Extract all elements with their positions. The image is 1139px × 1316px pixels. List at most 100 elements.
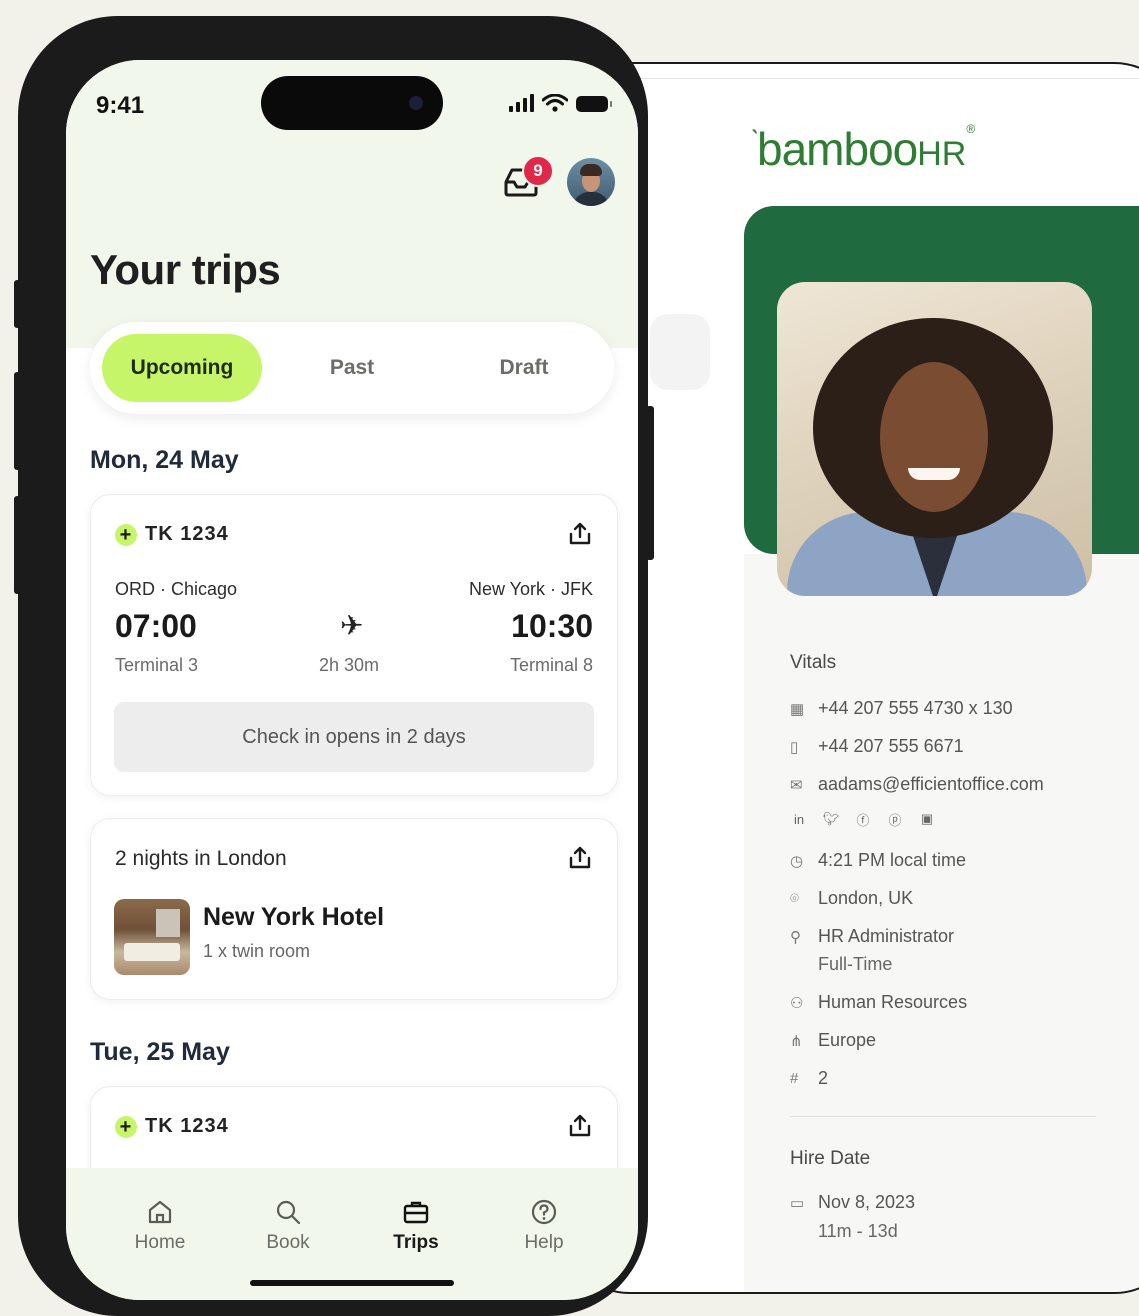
mobile-phone-row[interactable]: ▯ +44 207 555 6671 xyxy=(790,736,964,757)
hotel-card[interactable]: 2 nights in London New York Hotel 1 x tw… xyxy=(90,818,618,1000)
avatar[interactable] xyxy=(567,158,615,206)
nav-trips[interactable]: Trips xyxy=(356,1198,476,1254)
twitter-icon[interactable]: 🐦︎ xyxy=(822,810,840,828)
flight-number: TK 1234 xyxy=(145,523,229,545)
wifi-icon xyxy=(542,94,568,112)
tab-upcoming[interactable]: Upcoming xyxy=(102,334,262,402)
trips-screen: 9:41 9 Your trips Upcoming Past Draft Mo… xyxy=(66,60,638,1300)
divider xyxy=(790,1116,1096,1117)
org-chart-icon: ⋔ xyxy=(790,1032,803,1050)
phone-frame: 9:41 9 Your trips Upcoming Past Draft Mo… xyxy=(18,16,648,1316)
hash-icon: # xyxy=(790,1070,799,1087)
nav-home[interactable]: Home xyxy=(100,1198,220,1254)
pinterest-icon[interactable]: ⓟ xyxy=(886,810,904,828)
share-icon[interactable] xyxy=(567,521,593,547)
building-icon: ▦ xyxy=(790,700,805,718)
hotel-name: New York Hotel xyxy=(203,903,385,931)
hire-date-row: ▭ Nov 8, 2023 xyxy=(790,1192,915,1213)
camera-icon xyxy=(409,96,423,110)
vitals-heading: Vitals xyxy=(790,652,837,673)
wrench-icon: ⚲ xyxy=(790,928,801,946)
home-icon xyxy=(148,1200,172,1224)
page-title: Your trips xyxy=(90,246,281,293)
home-indicator[interactable] xyxy=(250,1280,454,1286)
region: Europe xyxy=(818,1030,877,1050)
email-row[interactable]: ✉ aadams@efficientoffice.com xyxy=(790,774,1044,795)
status-icons xyxy=(509,94,612,112)
job-title: HR Administrator xyxy=(818,926,955,946)
trip-tabs: Upcoming Past Draft xyxy=(90,322,614,414)
flight-code: + TK 1234 xyxy=(115,523,229,546)
mobile-icon: ▯ xyxy=(790,738,799,756)
local-time-row: ◷ 4:21 PM local time xyxy=(790,850,966,871)
destination-terminal: Terminal 8 xyxy=(509,655,593,675)
department-row: ⚇ Human Resources xyxy=(790,992,967,1013)
flight-duration: 2h 30m xyxy=(319,655,380,675)
employee-photo xyxy=(777,282,1092,596)
flight-code: + TK 1234 xyxy=(115,1115,229,1138)
email-link[interactable]: aadams@efficientoffice.com xyxy=(818,774,1044,795)
origin-city: ORD · Chicago xyxy=(115,579,238,599)
job-title-row: ⚲ HR Administrator xyxy=(790,926,954,947)
employee-number: 2 xyxy=(818,1068,829,1088)
nav-help-label: Help xyxy=(524,1232,564,1253)
destination-city: New York · JFK xyxy=(468,579,593,599)
region-row: ⋔ Europe xyxy=(790,1030,876,1051)
dynamic-island xyxy=(261,76,443,130)
search-icon xyxy=(276,1200,301,1225)
bamboohr-logo: ˋbambooHR® xyxy=(750,122,975,175)
origin-terminal: Terminal 3 xyxy=(115,655,199,675)
nav-trips-label: Trips xyxy=(393,1232,439,1253)
signal-icon xyxy=(509,94,534,112)
divider xyxy=(562,78,1139,79)
instagram-icon[interactable]: ▣ xyxy=(918,810,936,828)
location: London, UK xyxy=(818,888,914,908)
check-in-button[interactable]: Check in opens in 2 days xyxy=(114,702,594,772)
date-heading: Mon, 24 May xyxy=(90,446,239,474)
mail-icon: ✉ xyxy=(790,776,803,794)
social-links: in 🐦︎ ⓕ ⓟ ▣ xyxy=(790,810,936,828)
tab-past[interactable]: Past xyxy=(272,334,432,402)
date-heading: Tue, 25 May xyxy=(90,1038,230,1066)
people-icon: ⚇ xyxy=(790,994,804,1012)
nav-book[interactable]: Book xyxy=(228,1198,348,1254)
plane-icon: ✈ xyxy=(340,610,364,641)
battery-icon xyxy=(576,96,612,112)
work-phone: +44 207 555 4730 x 130 xyxy=(818,698,1013,718)
share-icon[interactable] xyxy=(567,845,593,871)
linkedin-icon[interactable]: in xyxy=(790,810,808,828)
tenure: 11m - 13d xyxy=(818,1221,898,1241)
employee-number-row: # 2 xyxy=(790,1068,828,1089)
ghost-tab xyxy=(650,314,710,390)
arrival-time: 10:30 xyxy=(511,608,593,644)
mobile-phone: +44 207 555 6671 xyxy=(818,736,964,756)
employment-type: Full-Time xyxy=(818,954,893,974)
airline-icon: + xyxy=(115,523,137,546)
location-row: ⌾ London, UK xyxy=(790,888,913,909)
nav-book-label: Book xyxy=(266,1232,310,1253)
facebook-icon[interactable]: ⓕ xyxy=(854,810,872,828)
work-phone-row[interactable]: ▦ +44 207 555 4730 x 130 xyxy=(790,698,1013,719)
briefcase-icon xyxy=(403,1201,429,1224)
leaf-icon: ˋ xyxy=(750,125,760,158)
hotel-stay-heading: 2 nights in London xyxy=(115,847,287,870)
location-pin-icon: ⌾ xyxy=(790,890,800,907)
status-time: 9:41 xyxy=(96,92,145,119)
departure-time: 07:00 xyxy=(115,608,197,644)
nav-help[interactable]: Help xyxy=(484,1198,604,1254)
flight-number: TK 1234 xyxy=(145,1115,229,1137)
hotel-image xyxy=(114,899,190,975)
flight-card[interactable]: + TK 1234 ORD · Chicago New York · JFK 0… xyxy=(90,494,618,796)
airline-icon: + xyxy=(115,1115,137,1138)
department: Human Resources xyxy=(818,992,968,1012)
local-time: 4:21 PM local time xyxy=(818,850,967,870)
share-icon[interactable] xyxy=(567,1113,593,1139)
help-icon xyxy=(531,1199,557,1225)
calendar-icon: ▭ xyxy=(790,1194,805,1212)
hire-date: Nov 8, 2023 xyxy=(818,1192,916,1212)
nav-home-label: Home xyxy=(134,1232,186,1253)
tab-draft[interactable]: Draft xyxy=(444,334,604,402)
notification-badge: 9 xyxy=(522,155,554,187)
hotel-room-type: 1 x twin room xyxy=(203,941,311,961)
hire-date-heading: Hire Date xyxy=(790,1148,871,1169)
